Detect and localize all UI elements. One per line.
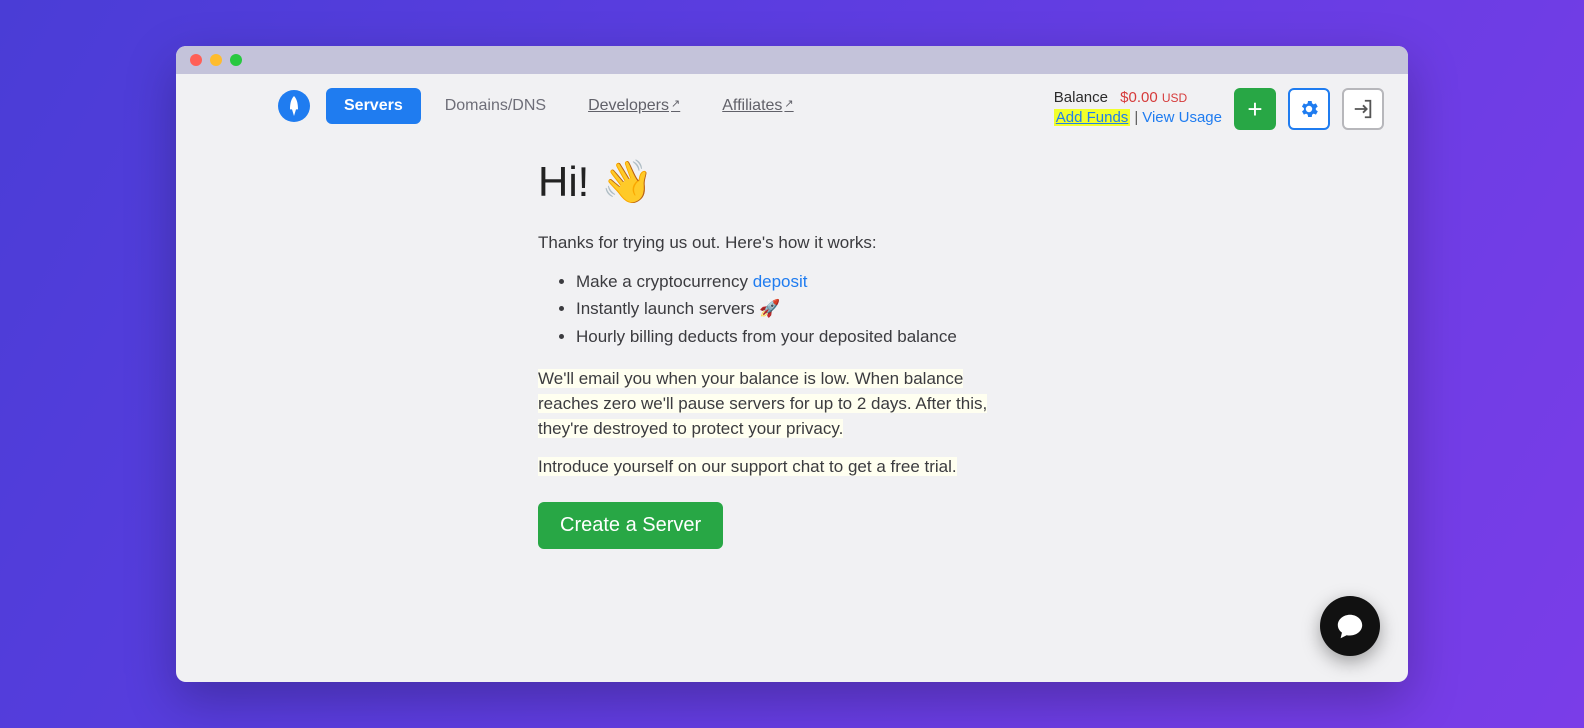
window-close-dot[interactable] bbox=[190, 54, 202, 66]
window-minimize-dot[interactable] bbox=[210, 54, 222, 66]
add-button[interactable]: + bbox=[1234, 88, 1276, 130]
plus-icon: + bbox=[1247, 96, 1262, 122]
page-title: Hi! 👋 bbox=[538, 152, 1178, 213]
external-icon: ↗ bbox=[784, 98, 793, 110]
chat-icon bbox=[1335, 611, 1365, 641]
heading-text: Hi! bbox=[538, 158, 589, 205]
bullet-text: Make a cryptocurrency bbox=[576, 272, 753, 291]
tab-label: Domains/DNS bbox=[445, 97, 546, 114]
balance-currency: USD bbox=[1162, 91, 1187, 105]
rocket-icon bbox=[286, 96, 302, 116]
settings-button[interactable] bbox=[1288, 88, 1330, 130]
exit-icon bbox=[1352, 98, 1374, 120]
tab-developers[interactable]: Developers↗ bbox=[570, 88, 698, 124]
balance-block: Balance $0.00 USD Add Funds |View Usage bbox=[1054, 88, 1222, 129]
separator: | bbox=[1134, 109, 1138, 126]
add-funds-link[interactable]: Add Funds bbox=[1054, 109, 1131, 126]
tab-servers[interactable]: Servers bbox=[326, 88, 421, 124]
titlebar bbox=[176, 46, 1408, 74]
welcome-panel: Hi! 👋 Thanks for trying us out. Here's h… bbox=[538, 130, 1178, 549]
list-item: Hourly billing deducts from your deposit… bbox=[576, 325, 1178, 350]
trial-text: Introduce yourself on our support chat t… bbox=[538, 457, 957, 476]
intro-text: Thanks for trying us out. Here's how it … bbox=[538, 231, 1178, 256]
tab-label: Servers bbox=[344, 97, 403, 114]
balance-notice: We'll email you when your balance is low… bbox=[538, 367, 1018, 441]
deposit-link-label: deposit bbox=[753, 272, 808, 291]
deposit-link[interactable]: deposit bbox=[753, 272, 808, 291]
window-zoom-dot[interactable] bbox=[230, 54, 242, 66]
add-funds-label: Add Funds bbox=[1056, 109, 1129, 126]
support-chat-button[interactable] bbox=[1320, 596, 1380, 656]
create-server-button[interactable]: Create a Server bbox=[538, 502, 723, 549]
gear-icon bbox=[1298, 98, 1320, 120]
nav-tabs: Servers Domains/DNS Developers↗ Affiliat… bbox=[326, 88, 812, 124]
external-icon: ↗ bbox=[671, 98, 680, 110]
view-usage-label: View Usage bbox=[1142, 109, 1222, 126]
how-it-works-list: Make a cryptocurrency deposit Instantly … bbox=[538, 270, 1178, 350]
trial-notice: Introduce yourself on our support chat t… bbox=[538, 455, 1018, 480]
list-item: Make a cryptocurrency deposit bbox=[576, 270, 1178, 295]
notice-text: We'll email you when your balance is low… bbox=[538, 369, 987, 437]
logout-button[interactable] bbox=[1342, 88, 1384, 130]
app-window: Servers Domains/DNS Developers↗ Affiliat… bbox=[176, 46, 1408, 682]
tab-label: Affiliates bbox=[722, 97, 782, 114]
balance-label: Balance bbox=[1054, 89, 1108, 106]
top-nav: Servers Domains/DNS Developers↗ Affiliat… bbox=[176, 74, 1408, 130]
tab-affiliates[interactable]: Affiliates↗ bbox=[704, 88, 811, 124]
view-usage-link[interactable]: View Usage bbox=[1142, 109, 1222, 126]
create-server-label: Create a Server bbox=[560, 514, 701, 536]
brand-logo[interactable] bbox=[278, 90, 310, 122]
tab-domains[interactable]: Domains/DNS bbox=[427, 88, 564, 124]
balance-amount-value: $0.00 bbox=[1120, 89, 1158, 106]
wave-emoji: 👋 bbox=[601, 158, 653, 205]
list-item: Instantly launch servers 🚀 bbox=[576, 297, 1178, 322]
balance-amount: $0.00 USD bbox=[1120, 89, 1187, 106]
tab-label: Developers bbox=[588, 97, 669, 114]
